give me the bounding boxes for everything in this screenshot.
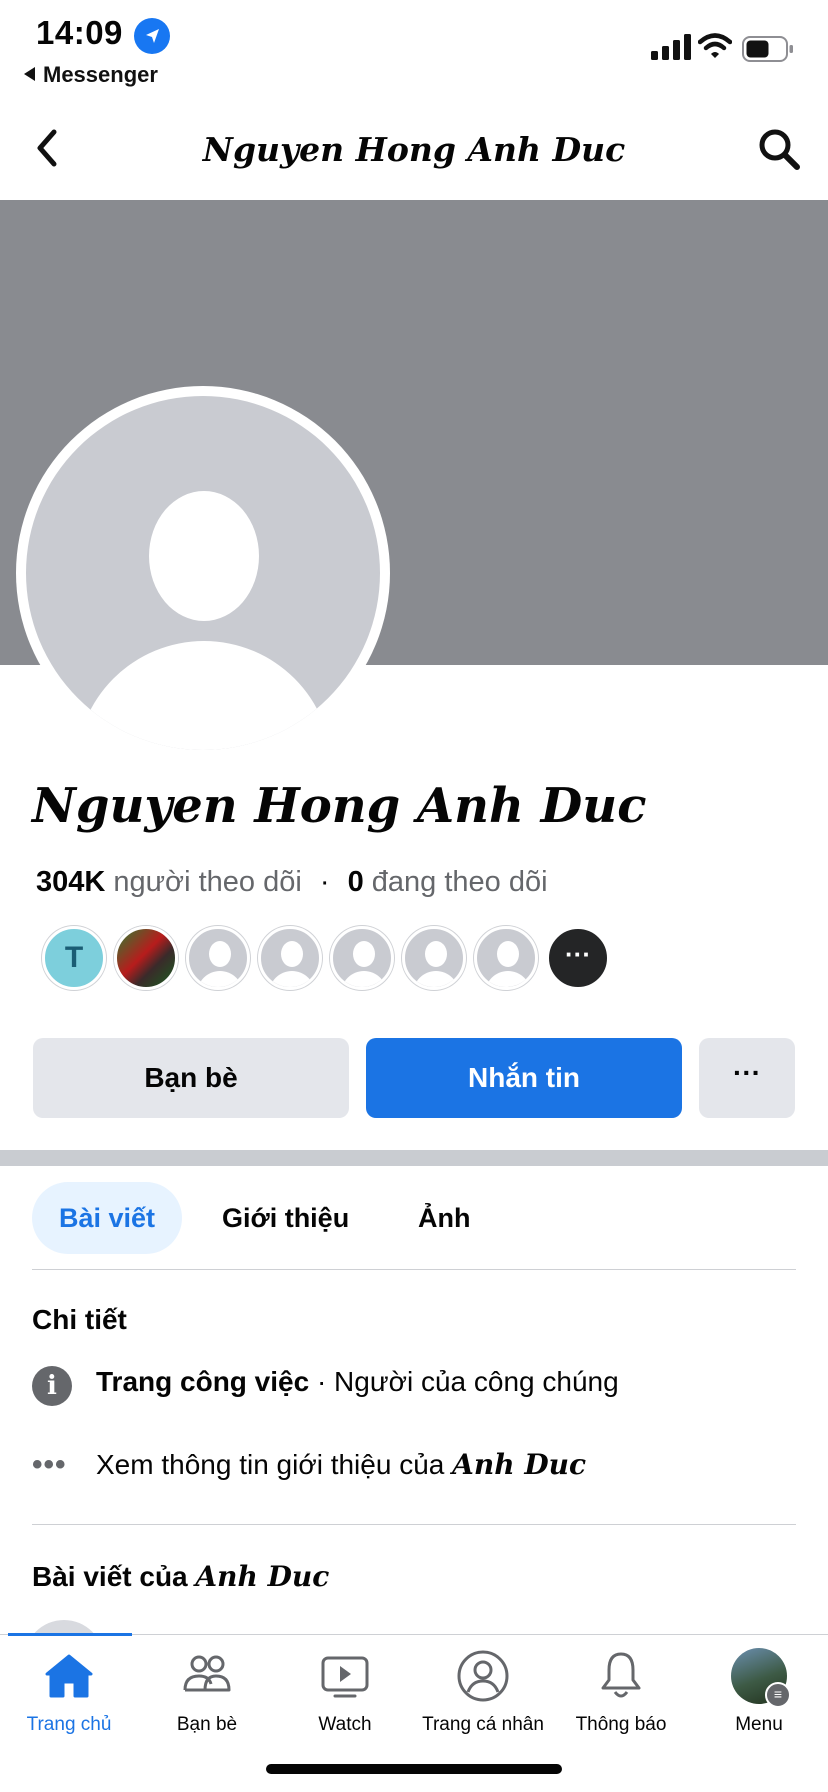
friend-avatar[interactable]: [474, 926, 538, 990]
friends-button[interactable]: Bạn bè: [33, 1038, 349, 1118]
search-icon[interactable]: [756, 126, 802, 172]
following-label: đang theo dõi: [371, 866, 548, 898]
info-icon: i: [32, 1366, 72, 1406]
wifi-icon: [698, 33, 732, 58]
friends-icon: [183, 1655, 231, 1692]
followers-label: người theo dõi: [113, 866, 302, 898]
back-app-label: Messenger: [43, 62, 158, 87]
page-type: Trang công việc: [96, 1366, 310, 1397]
following-count: 0: [347, 866, 364, 898]
friend-avatar[interactable]: [402, 926, 466, 990]
section-divider: [0, 1150, 828, 1166]
home-indicator[interactable]: [266, 1764, 562, 1774]
follow-stats[interactable]: 304K người theo dõi · 0 đang theo dõi: [36, 866, 548, 899]
profile-avatar[interactable]: [16, 386, 390, 760]
back-to-app-link[interactable]: Messenger: [24, 62, 158, 88]
posts-title-prefix: Bài viết của: [32, 1561, 196, 1592]
friend-avatar[interactable]: T: [42, 926, 106, 990]
nav-home-label: Trang chủ: [26, 1714, 112, 1735]
active-tab-indicator: [8, 1633, 132, 1636]
nav-notifications-label: Thông báo: [575, 1714, 667, 1735]
nav-menu[interactable]: ≡ Menu: [690, 1648, 828, 1736]
see-about-prefix: Xem thông tin giới thiệu của: [96, 1449, 453, 1480]
divider: [32, 1524, 796, 1525]
divider: [32, 1269, 796, 1270]
nav-watch[interactable]: Watch: [276, 1648, 414, 1736]
nav-profile-label: Trang cá nhân: [422, 1714, 544, 1735]
menu-avatar: ≡: [731, 1648, 791, 1708]
nav-friends[interactable]: Bạn bè: [138, 1648, 276, 1736]
stats-separator: ·: [319, 866, 330, 898]
more-friends-button[interactable]: ···: [546, 926, 610, 990]
watch-icon: [321, 1656, 369, 1698]
location-arrow-icon: [134, 18, 170, 54]
battery-icon: [742, 36, 793, 62]
nav-notifications[interactable]: Thông báo: [552, 1648, 690, 1736]
signal-icon: [651, 34, 691, 60]
friend-avatar[interactable]: [330, 926, 394, 990]
more-dots-icon: •••: [32, 1448, 67, 1481]
header-title: Nguyen Hong Anh Duc: [202, 130, 626, 169]
see-about-name: Anh Duc: [452, 1448, 586, 1481]
profile-name: Nguyen Hong Anh Duc: [32, 778, 647, 834]
back-triangle-icon: [24, 67, 35, 81]
page-category: · Người của công chúng: [309, 1366, 619, 1397]
nav-watch-label: Watch: [318, 1714, 372, 1735]
posts-title-name: Anh Duc: [195, 1560, 330, 1593]
followers-count: 304K: [36, 866, 106, 898]
home-icon: [45, 1654, 93, 1698]
posts-heading: Bài viết của Anh Duc: [32, 1560, 329, 1593]
friend-avatar[interactable]: [114, 926, 178, 990]
more-options-button[interactable]: ···: [699, 1038, 795, 1118]
details-heading: Chi tiết: [32, 1304, 127, 1335]
friend-avatar[interactable]: [186, 926, 250, 990]
menu-lines-icon: ≡: [765, 1682, 791, 1708]
tab-posts[interactable]: Bài viết: [32, 1182, 182, 1254]
see-about-link[interactable]: Xem thông tin giới thiệu của Anh Duc: [96, 1448, 586, 1481]
tab-photos[interactable]: Ảnh: [418, 1182, 470, 1254]
avatar-body-shape: [76, 641, 332, 750]
avatar-head-shape: [149, 491, 259, 621]
avatar-placeholder: [26, 396, 380, 750]
nav-friends-label: Bạn bè: [176, 1714, 238, 1735]
page-category-row: Trang công việc · Người của công chúng: [96, 1366, 619, 1398]
status-time: 14:09: [36, 14, 123, 51]
nav-home[interactable]: Trang chủ: [0, 1648, 138, 1736]
profile-icon: [457, 1650, 509, 1702]
message-button[interactable]: Nhắn tin: [366, 1038, 682, 1118]
nav-menu-label: Menu: [735, 1714, 783, 1735]
friend-avatar[interactable]: [258, 926, 322, 990]
nav-profile[interactable]: Trang cá nhân: [414, 1648, 552, 1736]
tab-about[interactable]: Giới thiệu: [222, 1182, 349, 1254]
bell-icon: [601, 1652, 641, 1698]
